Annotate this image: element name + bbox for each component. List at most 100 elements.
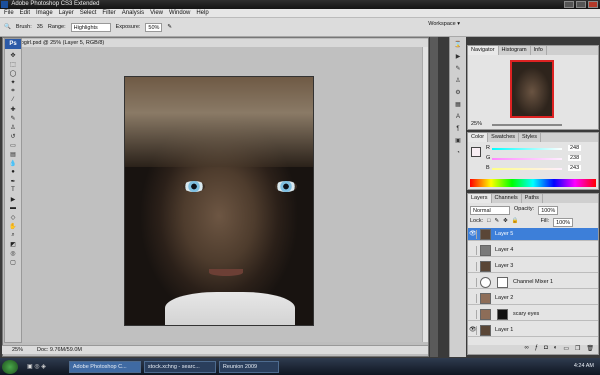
navigator-thumbnail[interactable] — [510, 60, 554, 118]
menu-image[interactable]: Image — [36, 9, 53, 17]
workspace-menu[interactable]: Workspace ▾ — [428, 21, 460, 27]
actions-icon[interactable]: ▶ — [452, 52, 464, 61]
new-group-icon[interactable]: ▭ — [563, 345, 569, 354]
minimize-button[interactable] — [564, 1, 574, 8]
clone-source-icon[interactable]: ♙ — [452, 76, 464, 85]
system-clock[interactable]: 4:24 AM — [574, 360, 594, 373]
move-tool-icon[interactable]: ✥ — [6, 51, 20, 59]
layer-row[interactable]: scary eyes — [468, 308, 598, 321]
taskbar-item[interactable]: Adobe Photoshop C... — [68, 360, 141, 373]
g-value[interactable]: 238 — [568, 155, 582, 161]
layer-name[interactable]: Layer 3 — [495, 260, 513, 273]
tab-channels[interactable]: Channels — [492, 194, 522, 203]
hand-tool-icon[interactable]: ✋ — [6, 222, 20, 230]
eraser-icon[interactable]: ▭ — [6, 141, 20, 149]
tab-paths[interactable]: Paths — [522, 194, 543, 203]
color-swatch-icon[interactable]: ◩ — [6, 240, 20, 248]
dodge-icon[interactable]: ● — [6, 168, 20, 176]
taskbar-item[interactable]: stock.xchng - searc... — [143, 360, 216, 373]
menu-analysis[interactable]: Analysis — [122, 9, 144, 17]
history-brush-icon[interactable]: ↺ — [6, 132, 20, 140]
layer-name[interactable]: Layer 5 — [495, 228, 513, 241]
shape-tool-icon[interactable]: ▬ — [6, 204, 20, 212]
type-tool-icon[interactable]: T — [6, 186, 20, 194]
lock-pixels-icon[interactable]: ✎ — [494, 218, 499, 227]
layer-name[interactable]: Layer 1 — [495, 324, 513, 337]
zoom-level[interactable]: 25% — [12, 346, 23, 354]
maximize-button[interactable] — [576, 1, 586, 8]
taskbar-item[interactable]: Reunion 2009 — [218, 360, 279, 373]
exposure-input[interactable]: 50% — [145, 22, 163, 32]
b-value[interactable]: 243 — [568, 165, 582, 171]
tab-navigator[interactable]: Navigator — [468, 46, 499, 55]
lock-all-icon[interactable]: 🔒 — [512, 218, 519, 227]
pen-tool-icon[interactable]: ✒ — [6, 177, 20, 185]
brush-size[interactable]: 35 — [37, 24, 43, 30]
tab-swatches[interactable]: Swatches — [488, 133, 520, 142]
eyedropper-icon[interactable]: ⁄ — [6, 96, 20, 104]
layer-row[interactable]: 👁 Layer 1 — [468, 324, 598, 337]
navigator-zoom[interactable]: 25% — [471, 121, 482, 127]
paragraph-icon[interactable]: ¶ — [452, 124, 464, 133]
stamp-tool-icon[interactable]: ♙ — [6, 123, 20, 131]
add-mask-icon[interactable]: ◘ — [544, 345, 548, 354]
quicklaunch-icon[interactable]: ▣ ◎ ◈ — [27, 363, 46, 370]
color-spectrum[interactable] — [470, 179, 596, 187]
eye-icon[interactable] — [469, 262, 477, 271]
layer-row[interactable]: Layer 3 — [468, 260, 598, 273]
gradient-icon[interactable]: ▤ — [6, 150, 20, 158]
vertical-scrollbar[interactable] — [422, 47, 428, 342]
fx-icon[interactable]: ƒ — [535, 345, 538, 354]
range-select[interactable]: Highlights — [70, 22, 111, 32]
quick-mask-icon[interactable]: ◎ — [6, 249, 20, 257]
menu-edit[interactable]: Edit — [20, 9, 30, 17]
zoom-tool-icon[interactable]: ⌕ — [6, 231, 20, 239]
b-slider[interactable] — [492, 168, 562, 170]
menu-filter[interactable]: Filter — [102, 9, 115, 17]
healing-brush-icon[interactable]: ✚ — [6, 105, 20, 113]
dodge-tool-icon[interactable]: 🔍 — [4, 24, 11, 30]
measurement-icon[interactable]: ◔ — [452, 148, 464, 157]
animation-icon[interactable]: ▣ — [452, 136, 464, 145]
link-layers-icon[interactable]: ∞ — [524, 345, 528, 354]
g-slider[interactable] — [492, 158, 562, 160]
lasso-tool-icon[interactable]: ◯ — [6, 69, 20, 77]
fill-input[interactable]: 100% — [553, 218, 574, 227]
lock-transparency-icon[interactable]: □ — [487, 218, 490, 227]
3d-tool-icon[interactable]: ◇ — [6, 213, 20, 221]
layer-comps-icon[interactable]: ▦ — [452, 100, 464, 109]
foreground-color-swatch[interactable] — [471, 147, 481, 157]
navigator-zoom-slider[interactable] — [492, 124, 562, 126]
tab-color[interactable]: Color — [468, 133, 489, 142]
eye-icon[interactable]: 👁 — [469, 326, 477, 335]
tool-presets-icon[interactable]: ⚙ — [452, 88, 464, 97]
layer-row[interactable]: Layer 4 — [468, 244, 598, 257]
opacity-input[interactable]: 100% — [538, 206, 559, 215]
blur-tool-icon[interactable]: 💧 — [6, 159, 20, 167]
screen-mode-icon[interactable]: ▢ — [6, 258, 20, 266]
document-title[interactable]: creepgirl.psd @ 25% (Layer 5, RGB/8) — [8, 39, 428, 47]
tab-histogram[interactable]: Histogram — [499, 46, 531, 55]
path-select-icon[interactable]: ▶ — [6, 195, 20, 203]
tab-info[interactable]: Info — [531, 46, 547, 55]
magic-wand-icon[interactable]: ✦ — [6, 78, 20, 86]
canvas-image[interactable] — [124, 76, 314, 326]
menu-select[interactable]: Select — [80, 9, 97, 17]
layer-name[interactable]: Channel Mixer 1 — [513, 276, 553, 289]
menu-layer[interactable]: Layer — [59, 9, 74, 17]
lock-position-icon[interactable]: ✥ — [503, 218, 508, 227]
brushes-icon[interactable]: ✎ — [452, 64, 464, 73]
eye-icon[interactable]: 👁 — [469, 230, 477, 239]
character-icon[interactable]: A — [452, 112, 464, 121]
eye-icon[interactable] — [469, 278, 477, 287]
close-button[interactable] — [588, 1, 598, 8]
start-button[interactable] — [2, 359, 18, 374]
layer-row[interactable]: 👁 Layer 5 — [468, 228, 598, 241]
r-slider[interactable] — [492, 148, 562, 150]
eye-icon[interactable] — [469, 294, 477, 303]
eye-icon[interactable] — [469, 310, 477, 319]
layer-name[interactable]: scary eyes — [513, 308, 539, 321]
layer-row[interactable]: Channel Mixer 1 — [468, 276, 598, 289]
menu-file[interactable]: File — [4, 9, 14, 17]
delete-layer-icon[interactable]: 🗑 — [586, 345, 594, 354]
